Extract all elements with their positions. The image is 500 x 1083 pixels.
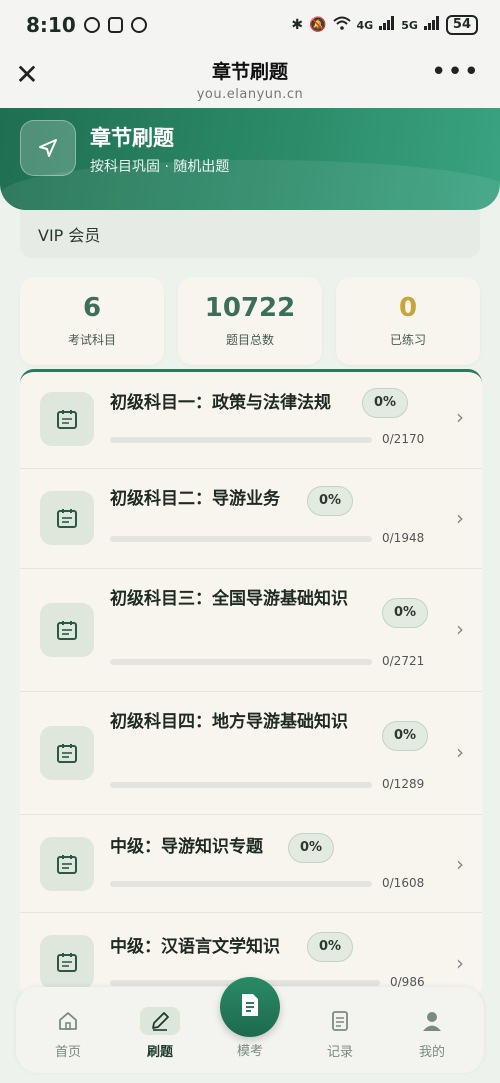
exam-doc-icon [239, 992, 261, 1022]
calendar-icon [40, 491, 94, 545]
stat-label: 考试科目 [67, 333, 116, 347]
status-left: 8:10 [26, 13, 147, 37]
progress-bar [110, 536, 372, 542]
alarm-icon [130, 17, 147, 33]
stat-label: 已练习 [389, 333, 426, 347]
subject-title: 中级：汉语言文学知识 [110, 937, 280, 957]
calendar-icon [40, 392, 94, 446]
tab-label: 我的 [418, 1045, 445, 1060]
tab-practice[interactable]: 刷题 [130, 1007, 190, 1060]
subject-item[interactable]: 初级科目二：导游业务 0% 0/1948 › [20, 469, 482, 569]
progress-badge: 0% [382, 721, 428, 751]
progress-bar [110, 782, 372, 788]
question-count: 0/2170 [382, 432, 425, 446]
mute-icon: 🔕 [309, 17, 327, 33]
progress-bar [110, 659, 372, 665]
bluetooth-icon: ✱ [291, 17, 304, 33]
hero-wave-decoration [0, 160, 500, 210]
question-count: 0/1608 [382, 876, 425, 890]
home-icon [38, 1007, 98, 1035]
status-right: ✱ 🔕 4G 5G 54 [291, 15, 478, 35]
stat-value: 0 [398, 293, 418, 323]
net-4g: 4G [356, 18, 374, 32]
hero-banner: 章节刷题 按科目巩固 · 随机出题 [0, 108, 500, 210]
stat-value: 6 [82, 293, 102, 323]
progress-bar [110, 437, 372, 443]
stat-practiced: 0 已练习 [336, 277, 480, 365]
calendar-icon [40, 935, 94, 989]
tab-records[interactable]: 记录 [310, 1007, 370, 1060]
mock-exam-fab[interactable] [220, 977, 280, 1037]
wifi-icon [332, 16, 351, 34]
hero-title: 章节刷题 [90, 126, 174, 150]
tab-label: 首页 [54, 1045, 81, 1060]
speedometer-icon [83, 17, 100, 33]
status-bar: 8:10 ✱ 🔕 4G 5G 54 [0, 0, 500, 50]
question-count: 0/1948 [382, 531, 425, 545]
signal-icon [379, 16, 395, 34]
hero-subtitle: 按科目巩固 · 随机出题 [90, 159, 230, 175]
close-icon[interactable]: ✕ [12, 60, 42, 90]
chevron-right-icon: › [456, 951, 464, 975]
vip-banner[interactable]: VIP 会员 [20, 210, 480, 258]
question-count: 0/2721 [382, 654, 425, 668]
subject-item[interactable]: 初级科目四：地方导游基础知识 0% 0/1289 › [20, 692, 482, 815]
nfc-icon [107, 17, 123, 33]
chevron-right-icon: › [456, 852, 464, 876]
subject-title: 初级科目二：导游业务 [110, 489, 280, 509]
stat-subjects: 6 考试科目 [20, 277, 164, 365]
chevron-right-icon: › [456, 740, 464, 764]
subject-title: 初级科目一：政策与法律法规 [110, 393, 331, 413]
progress-badge: 0% [382, 598, 428, 628]
nav-titles: 章节刷题 you.elanyun.cn [197, 57, 304, 102]
user-icon [402, 1007, 462, 1035]
stat-total-questions: 10722 题目总数 [178, 277, 322, 365]
subject-item[interactable]: 初级科目三：全国导游基础知识 0% 0/2721 › [20, 569, 482, 692]
calendar-icon [40, 837, 94, 891]
stat-value: 10722 [204, 293, 296, 323]
tab-label: 刷题 [146, 1045, 173, 1060]
subject-title: 初级科目三：全国导游基础知识 [110, 589, 348, 609]
net-5g: 5G [401, 18, 418, 32]
progress-badge: 0% [288, 833, 334, 863]
status-time: 8:10 [26, 13, 76, 37]
progress-badge: 0% [307, 486, 353, 516]
chevron-right-icon: › [456, 405, 464, 429]
subject-title: 中级：导游知识专题 [110, 837, 263, 857]
chevron-right-icon: › [456, 506, 464, 530]
subject-title: 初级科目四：地方导游基础知识 [110, 712, 348, 732]
subject-item[interactable]: 中级：导游知识专题 0% 0/1608 › [20, 815, 482, 913]
calendar-icon [40, 603, 94, 657]
pencil-icon [140, 1007, 180, 1035]
subject-list: 初级科目一：政策与法律法规 0% 0/2170 › 初级科目二：导游业务 0% … [20, 369, 482, 999]
signal-icon-2 [423, 16, 440, 34]
progress-badge: 0% [362, 388, 408, 418]
progress-bar [110, 881, 372, 887]
tab-home[interactable]: 首页 [38, 1007, 98, 1060]
tab-label: 记录 [326, 1045, 353, 1060]
battery-indicator: 54 [445, 15, 478, 35]
navigation-arrow-icon [20, 120, 76, 176]
progress-badge: 0% [307, 932, 353, 962]
stat-label: 题目总数 [225, 333, 274, 347]
more-icon[interactable]: ••• [431, 59, 480, 85]
nav-title: 章节刷题 [211, 60, 288, 83]
chevron-right-icon: › [456, 617, 464, 641]
record-icon [310, 1007, 370, 1035]
tab-profile[interactable]: 我的 [402, 1007, 462, 1060]
nav-url: you.elanyun.cn [196, 86, 304, 102]
subject-item[interactable]: 初级科目一：政策与法律法规 0% 0/2170 › [20, 372, 482, 469]
question-count: 0/1289 [382, 777, 425, 791]
calendar-icon [40, 726, 94, 780]
tab-mock-exam-label[interactable]: 模考 [220, 1040, 280, 1059]
nav-bar: ✕ 章节刷题 you.elanyun.cn ••• [0, 50, 500, 108]
